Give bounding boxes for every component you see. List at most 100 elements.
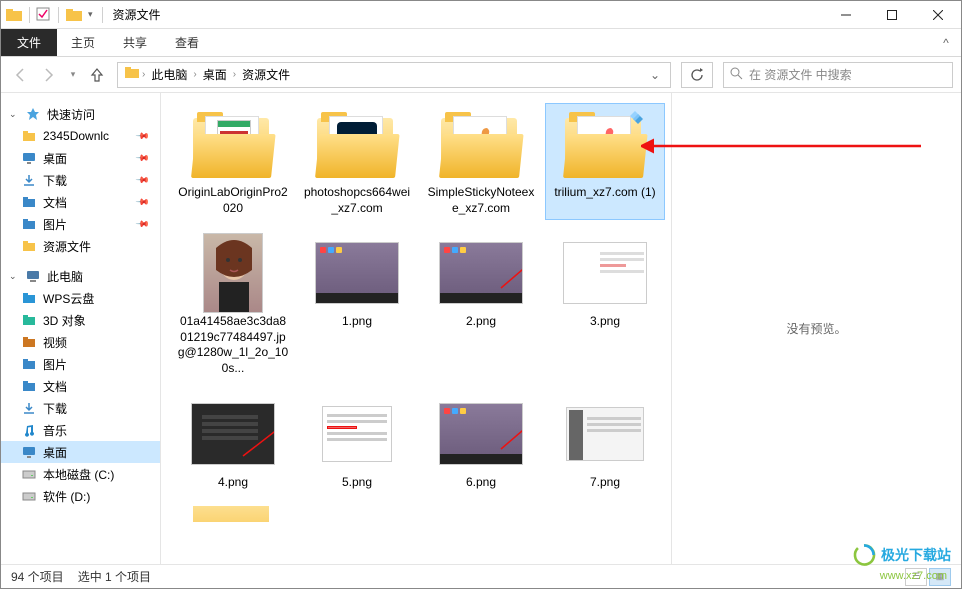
file-thumbnail <box>439 236 523 310</box>
file-thumbnail <box>563 397 647 471</box>
sidebar-item-label: 下载 <box>43 172 67 189</box>
ribbon: 文件 主页 共享 查看 ^ <box>1 29 961 57</box>
window-title: 资源文件 <box>113 6 161 23</box>
sidebar-item[interactable]: 桌面 <box>1 441 160 463</box>
file-item[interactable]: 4.png <box>173 393 293 495</box>
music-icon <box>21 422 37 438</box>
file-item[interactable]: Psphotoshopcs664wei_xz7.com <box>297 103 417 220</box>
file-name: 4.png <box>218 475 248 491</box>
crumb-desktop[interactable]: 桌面 <box>197 66 233 83</box>
sidebar-item[interactable]: 3D 对象 <box>1 309 160 331</box>
folder-icon <box>21 128 37 144</box>
download-icon <box>21 400 37 416</box>
ribbon-tab-file[interactable]: 文件 <box>1 29 57 56</box>
file-item[interactable]: trilium_xz7.com (1) <box>545 103 665 220</box>
pin-icon: 📌 <box>135 128 151 144</box>
file-item[interactable]: 3.png <box>545 232 665 380</box>
disk-icon <box>21 466 37 482</box>
file-item[interactable]: 5.png <box>297 393 417 495</box>
sidebar-item[interactable]: 下载📌 <box>1 169 160 191</box>
sidebar-item-label: 软件 (D:) <box>43 488 90 505</box>
search-placeholder: 在 资源文件 中搜索 <box>749 66 852 83</box>
ribbon-expand-icon[interactable]: ^ <box>931 29 961 56</box>
sidebar-item[interactable]: 视频 <box>1 331 160 353</box>
file-name: photoshopcs664wei_xz7.com <box>301 185 413 216</box>
breadcrumb[interactable]: › 此电脑 › 桌面 › 资源文件 ⌄ <box>117 62 671 88</box>
file-thumbnail <box>315 236 399 310</box>
sidebar-item[interactable]: 桌面📌 <box>1 147 160 169</box>
file-thumbnail <box>563 236 647 310</box>
file-item[interactable]: 7.png <box>545 393 665 495</box>
desktop-icon <box>21 444 37 460</box>
ribbon-tab-share[interactable]: 共享 <box>109 29 161 56</box>
search-input[interactable]: 在 资源文件 中搜索 <box>723 62 953 88</box>
sidebar-item-label: 本地磁盘 (C:) <box>43 466 114 483</box>
sidebar-item[interactable]: 下载 <box>1 397 160 419</box>
file-item[interactable]: SimpleStickyNoteexe_xz7.com <box>421 103 541 220</box>
document-icon <box>21 378 37 394</box>
ribbon-tab-home[interactable]: 主页 <box>57 29 109 56</box>
refresh-button[interactable] <box>681 62 713 88</box>
ribbon-tab-view[interactable]: 查看 <box>161 29 213 56</box>
sidebar-item[interactable]: 图片 <box>1 353 160 375</box>
sidebar-item-label: WPS云盘 <box>43 290 94 307</box>
file-name: 01a41458ae3c3da801219c77484497.jpg@1280w… <box>177 314 289 376</box>
folder-icon <box>21 238 37 254</box>
preview-pane: 没有预览。 <box>671 93 961 564</box>
file-thumbnail <box>439 107 523 181</box>
qat-dropdown-icon[interactable]: ▾ <box>85 9 96 20</box>
file-name: trilium_xz7.com (1) <box>554 185 655 201</box>
sidebar-item[interactable]: 图片📌 <box>1 213 160 235</box>
file-item[interactable]: 1.png <box>297 232 417 380</box>
status-bar: 94 个项目 选中 1 个项目 ☰ ▦ <box>1 564 961 588</box>
sidebar-item-label: 视频 <box>43 334 67 351</box>
file-thumbnail <box>315 397 399 471</box>
file-thumbnail <box>191 397 275 471</box>
sidebar-item-label: 音乐 <box>43 422 67 439</box>
file-thumbnail <box>191 510 275 522</box>
sidebar-item[interactable]: 2345Downlc📌 <box>1 125 160 147</box>
close-button[interactable] <box>915 1 961 29</box>
sidebar-this-pc[interactable]: ⌄ 此电脑 <box>1 265 160 287</box>
file-name: SimpleStickyNoteexe_xz7.com <box>425 185 537 216</box>
sidebar-item[interactable]: 软件 (D:) <box>1 485 160 507</box>
sidebar-item-label: 此电脑 <box>47 268 83 285</box>
pin-icon: 📌 <box>135 150 151 166</box>
status-count: 94 个项目 <box>11 568 64 585</box>
video-icon <box>21 334 37 350</box>
crumb-folder[interactable]: 资源文件 <box>236 66 296 83</box>
sidebar-item[interactable]: 本地磁盘 (C:) <box>1 463 160 485</box>
file-list[interactable]: OriginLabOriginPro2020Psphotoshopcs664we… <box>161 93 671 564</box>
minimize-button[interactable] <box>823 1 869 29</box>
sidebar-item[interactable]: 文档📌 <box>1 191 160 213</box>
sidebar-item-label: 3D 对象 <box>43 312 86 329</box>
breadcrumb-dropdown-icon[interactable]: ⌄ <box>644 68 666 82</box>
sidebar-item-label: 快速访问 <box>47 106 95 123</box>
nav-history-button[interactable]: ▾ <box>65 63 81 87</box>
nav-back-button[interactable] <box>9 63 33 87</box>
file-item[interactable]: 2.png <box>421 232 541 380</box>
file-item[interactable]: 01a41458ae3c3da801219c77484497.jpg@1280w… <box>173 232 293 380</box>
checkbox-icon[interactable] <box>36 7 52 23</box>
nav-forward-button[interactable] <box>37 63 61 87</box>
sidebar-item-label: 图片 <box>43 356 67 373</box>
file-thumbnail <box>191 236 275 310</box>
sidebar-item[interactable]: 资源文件 <box>1 235 160 257</box>
file-item[interactable]: 6.png <box>421 393 541 495</box>
file-item[interactable]: OriginLabOriginPro2020 <box>173 103 293 220</box>
watermark-url: www.xz7.com <box>880 570 947 582</box>
nav-up-button[interactable] <box>85 63 109 87</box>
file-name: 6.png <box>466 475 496 491</box>
sidebar-quick-access[interactable]: ⌄ 快速访问 <box>1 103 160 125</box>
search-icon <box>730 67 743 83</box>
sidebar-item[interactable]: WPS云盘 <box>1 287 160 309</box>
sidebar-item-label: 图片 <box>43 216 67 233</box>
wps-icon <box>21 290 37 306</box>
sidebar-item[interactable]: 音乐 <box>1 419 160 441</box>
star-icon <box>25 106 41 122</box>
crumb-thispc[interactable]: 此电脑 <box>145 66 193 83</box>
maximize-button[interactable] <box>869 1 915 29</box>
file-item[interactable] <box>173 506 293 522</box>
file-thumbnail <box>191 107 275 181</box>
sidebar-item[interactable]: 文档 <box>1 375 160 397</box>
